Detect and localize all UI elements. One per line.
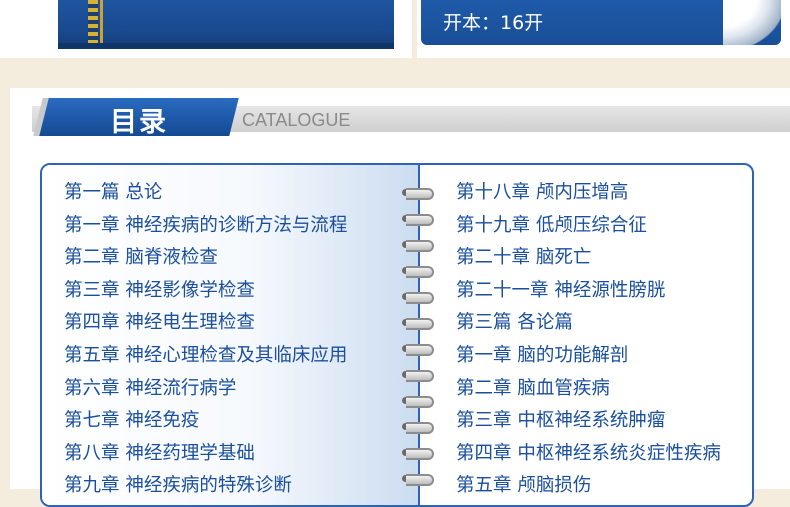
book-edge: [58, 43, 394, 49]
catalog-title: 目录: [110, 107, 168, 138]
binding-ring-icon: [402, 344, 434, 356]
toc-item: 第四章 中枢神经系统炎症性疾病: [456, 442, 721, 464]
toc-item: 第六章 神经流行病学: [64, 377, 237, 399]
toc-item: 第九章 神经疾病的特殊诊断: [64, 475, 292, 497]
spiral-binding: [398, 180, 438, 500]
toc-item: 第三章 神经影像学检查: [64, 279, 255, 301]
toc-item: 第一章 脑的功能解剖: [456, 344, 629, 366]
toc-right-column: 第十八章 颅内压增高 第十九章 低颅压综合征 第二十章 脑死亡 第二十一章 神经…: [456, 177, 721, 503]
binding-ring-icon: [402, 474, 434, 486]
binding-ring-icon: [402, 214, 434, 226]
book-cover-image: [58, 0, 394, 49]
binding-ring-icon: [402, 318, 434, 330]
binding-ring-icon: [402, 292, 434, 304]
toc-item: 第五章 颅脑损伤: [456, 475, 592, 497]
toc-item: 第十九章 低颅压综合征: [456, 214, 647, 236]
binding-ring-icon: [402, 188, 434, 200]
binding-ring-icon: [402, 448, 434, 460]
binding-ring-icon: [402, 266, 434, 278]
toc-item: 第二十章 脑死亡: [456, 247, 592, 269]
binding-ring-icon: [402, 370, 434, 382]
spec-format-text: 开本：16开: [443, 12, 544, 34]
binding-ring-icon: [402, 240, 434, 252]
toc-item: 第三篇 各论篇: [456, 312, 573, 334]
toc-item: 第二十一章 神经源性膀胱: [456, 279, 666, 301]
book-spine-line: [100, 0, 103, 49]
binding-ring-icon: [402, 396, 434, 408]
page-curl-decoration: [723, 0, 781, 45]
toc-item: 第七章 神经免疫: [64, 410, 200, 432]
toc-item: 第五章 神经心理检查及其临床应用: [64, 344, 348, 366]
book-spine-decoration: [88, 0, 98, 49]
toc-item: 第三章 中枢神经系统肿瘤: [456, 410, 666, 432]
toc-item: 第十八章 颅内压增高: [456, 182, 629, 203]
toc-left-column: 第一篇 总论 第一章 神经疾病的诊断方法与流程 第二章 脑脊液检查 第三章 神经…: [64, 177, 347, 503]
toc-item: 第二章 脑脊液检查: [64, 247, 218, 269]
toc-item: 第二章 脑血管疾病: [456, 377, 610, 399]
toc-item: 第八章 神经药理学基础: [64, 442, 255, 464]
toc-item: 第四章 神经电生理检查: [64, 312, 255, 334]
binding-ring-icon: [402, 422, 434, 434]
top-left-panel: [0, 0, 412, 58]
toc-item: 第一章 神经疾病的诊断方法与流程: [64, 214, 348, 236]
spec-banner: 开本：16开: [421, 0, 781, 45]
toc-item: 第一篇 总论: [64, 182, 163, 203]
catalog-subtitle: CATALOGUE: [242, 110, 351, 130]
top-right-panel: 开本：16开: [417, 0, 790, 58]
toc-notebook: 第一篇 总论 第一章 神经疾病的诊断方法与流程 第二章 脑脊液检查 第三章 神经…: [40, 163, 754, 507]
